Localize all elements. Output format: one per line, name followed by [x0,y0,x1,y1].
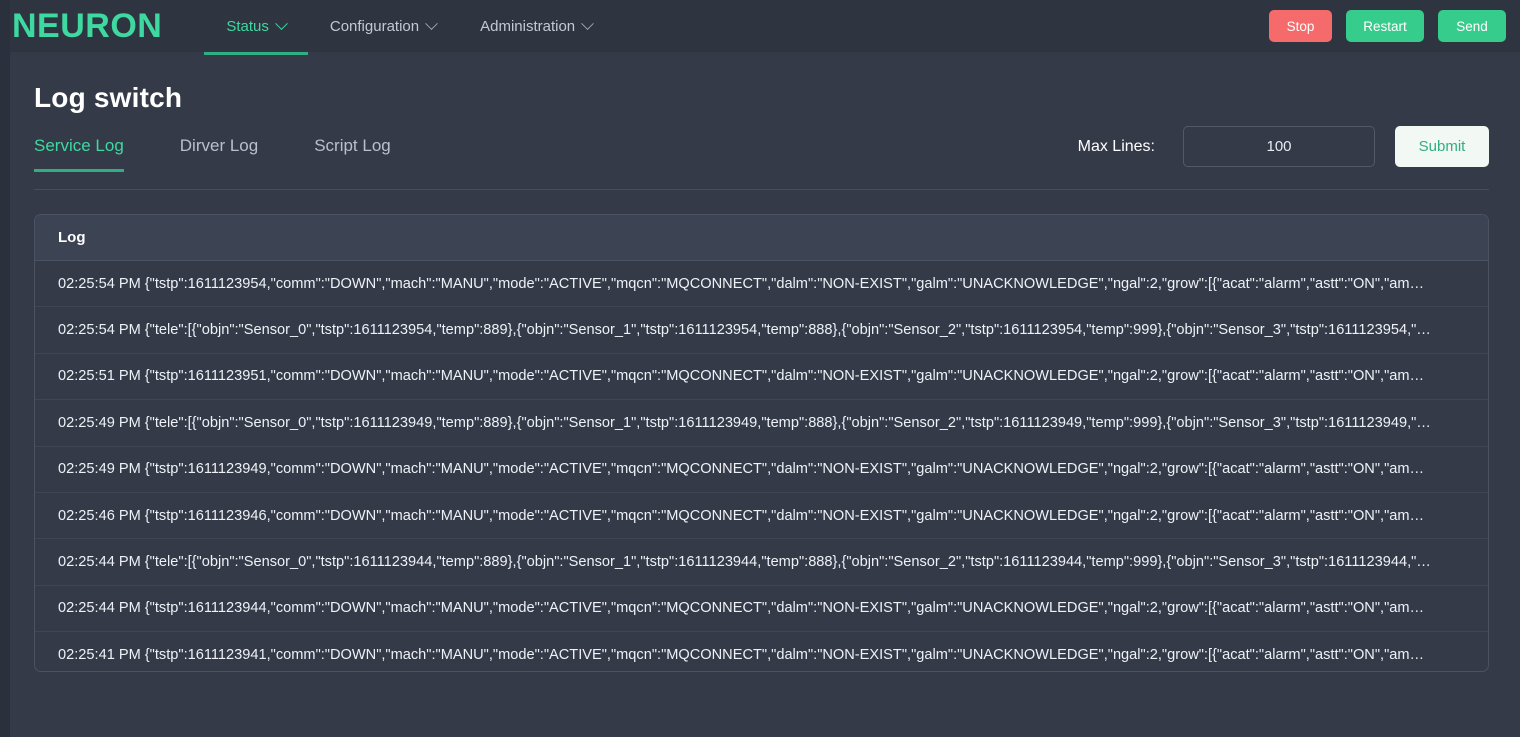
max-lines-input[interactable] [1183,126,1375,167]
log-row-text: 02:25:46 PM {"tstp":1611123946,"comm":"D… [58,508,1482,524]
log-row-text: 02:25:44 PM {"tele":[{"objn":"Sensor_0",… [58,554,1482,570]
log-row-text: 02:25:54 PM {"tele":[{"objn":"Sensor_0",… [58,322,1482,338]
log-column-header: Log [58,229,86,246]
log-row-text: 02:25:44 PM {"tstp":1611123944,"comm":"D… [58,600,1482,616]
tab-script-log-label: Script Log [314,136,391,155]
left-rail [0,0,10,737]
tab-script-log[interactable]: Script Log [314,136,391,172]
table-row[interactable]: 02:25:51 PM {"tstp":1611123951,"comm":"D… [35,354,1488,400]
chevron-down-icon [275,17,288,30]
table-row[interactable]: 02:25:44 PM {"tstp":1611123944,"comm":"D… [35,586,1488,632]
tabs-and-controls-row: Service Log Dirver Log Script Log Max Li… [34,136,1520,189]
log-row-text: 02:25:54 PM {"tstp":1611123954,"comm":"D… [58,276,1482,292]
chevron-down-icon [425,17,438,30]
nav-item-configuration[interactable]: Configuration [308,0,458,52]
table-row[interactable]: 02:25:54 PM {"tstp":1611123954,"comm":"D… [35,261,1488,307]
restart-button[interactable]: Restart [1346,10,1424,42]
table-row[interactable]: 02:25:49 PM {"tele":[{"objn":"Sensor_0",… [35,400,1488,446]
nav-item-configuration-label: Configuration [330,18,419,35]
log-table: Log 02:25:54 PM {"tstp":1611123954,"comm… [34,214,1489,672]
log-row-text: 02:25:51 PM {"tstp":1611123951,"comm":"D… [58,368,1482,384]
page-title: Log switch [34,82,1520,114]
table-row[interactable]: 02:25:46 PM {"tstp":1611123946,"comm":"D… [35,493,1488,539]
tab-dirver-log[interactable]: Dirver Log [180,136,258,172]
table-row[interactable]: 02:25:54 PM {"tele":[{"objn":"Sensor_0",… [35,307,1488,353]
tab-service-log-label: Service Log [34,136,124,155]
log-table-header: Log [35,215,1488,261]
top-navigation-bar: NEURON Status Configuration Administrati… [0,0,1520,52]
stop-button[interactable]: Stop [1269,10,1332,42]
max-lines-controls: Max Lines: Submit [1078,126,1489,167]
max-lines-label: Max Lines: [1078,138,1155,156]
chevron-down-icon [581,17,594,30]
log-row-text: 02:25:49 PM {"tele":[{"objn":"Sensor_0",… [58,415,1482,431]
log-row-text: 02:25:49 PM {"tstp":1611123949,"comm":"D… [58,461,1482,477]
nav-item-administration[interactable]: Administration [458,0,614,52]
table-row[interactable]: 02:25:41 PM {"tstp":1611123941,"comm":"D… [35,632,1488,672]
table-row[interactable]: 02:25:49 PM {"tstp":1611123949,"comm":"D… [35,447,1488,493]
submit-button[interactable]: Submit [1395,126,1489,167]
nav-item-status[interactable]: Status [204,0,308,52]
main-nav-menu: Status Configuration Administration [204,0,614,52]
log-row-text: 02:25:41 PM {"tstp":1611123941,"comm":"D… [58,647,1482,663]
table-row[interactable]: 02:25:44 PM {"tele":[{"objn":"Sensor_0",… [35,539,1488,585]
app-logo[interactable]: NEURON [12,9,162,43]
section-divider [34,189,1489,190]
log-type-tabs: Service Log Dirver Log Script Log [34,136,447,172]
send-button[interactable]: Send [1438,10,1506,42]
nav-item-administration-label: Administration [480,18,575,35]
tab-dirver-log-label: Dirver Log [180,136,258,155]
nav-action-buttons: Stop Restart Send [1269,10,1506,42]
log-table-body[interactable]: 02:25:54 PM {"tstp":1611123954,"comm":"D… [35,261,1488,672]
nav-item-status-label: Status [226,18,269,35]
tab-service-log[interactable]: Service Log [34,136,124,172]
page-content: Log switch Service Log Dirver Log Script… [10,52,1520,737]
